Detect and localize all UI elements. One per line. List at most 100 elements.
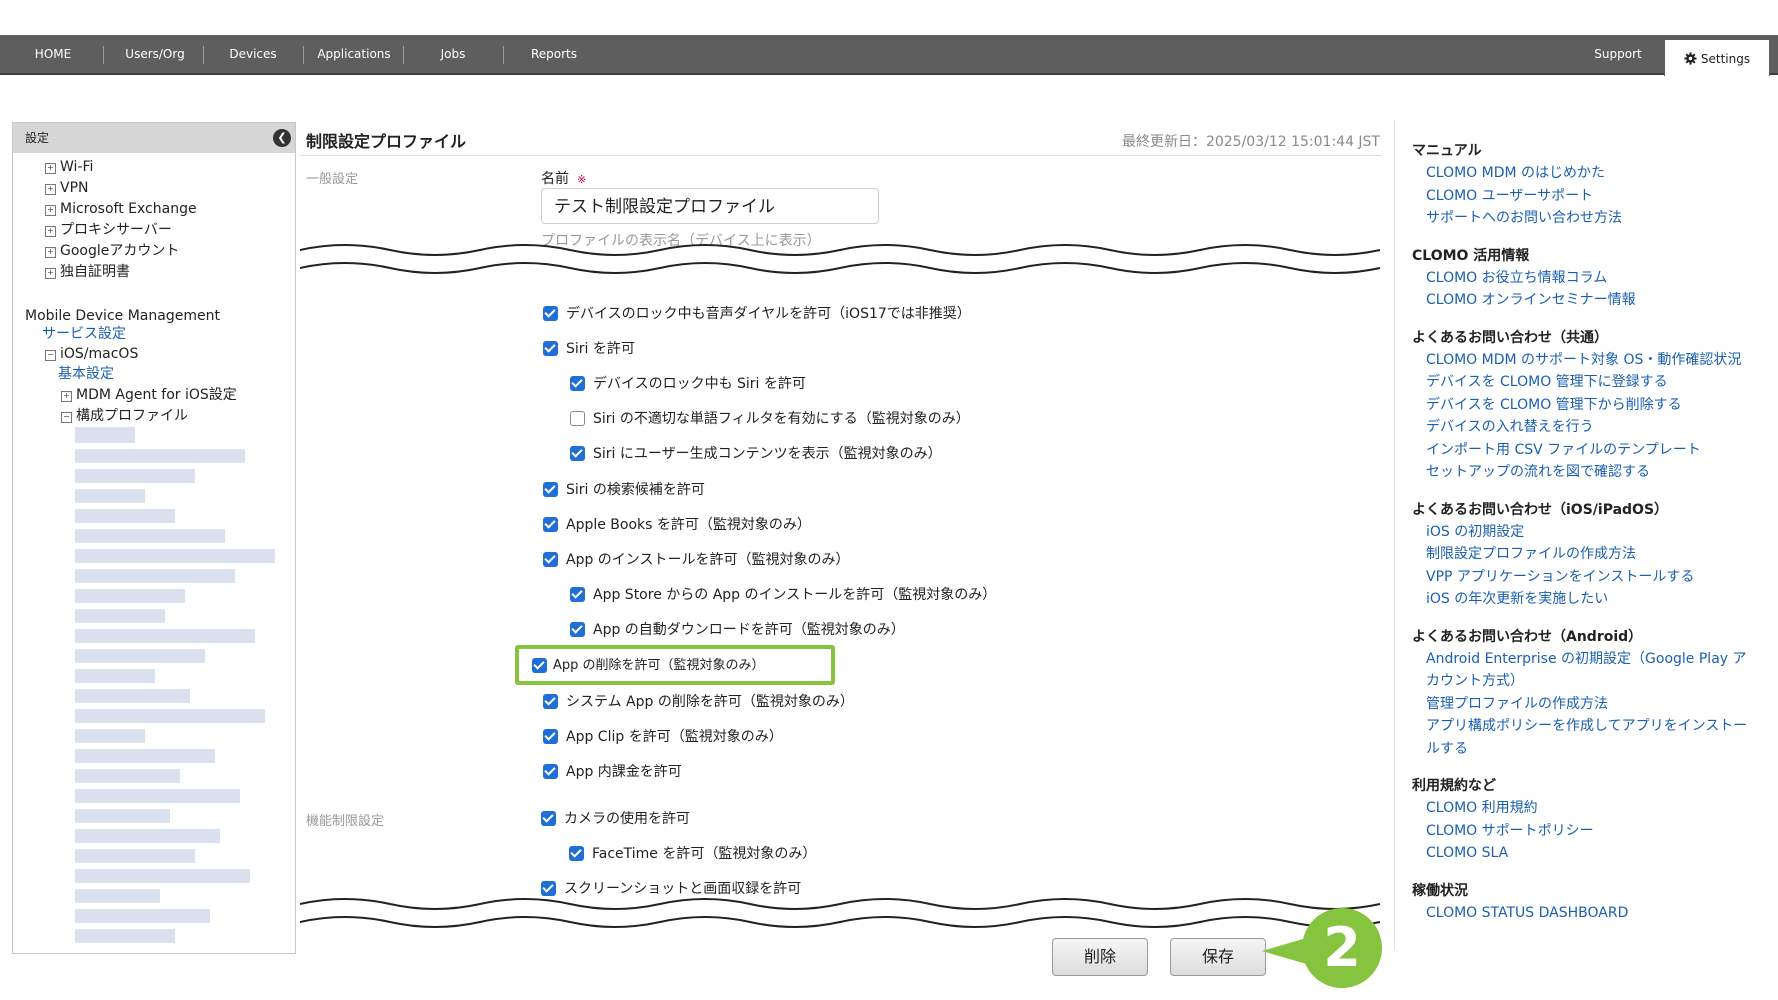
- required-mark: ※: [577, 173, 587, 186]
- checkbox[interactable]: [543, 517, 558, 532]
- expand-icon[interactable]: +: [45, 226, 56, 237]
- obscured-item: [75, 529, 225, 543]
- nav-settings-tab[interactable]: Settings: [1664, 39, 1770, 76]
- help-link[interactable]: セットアップの流れを図で確認する: [1426, 462, 1650, 482]
- nav-users-org[interactable]: Users/Org: [110, 35, 200, 73]
- checkbox[interactable]: [570, 587, 585, 602]
- help-link[interactable]: CLOMO SLA: [1426, 843, 1508, 863]
- help-section-heading: 利用規約など: [1412, 778, 1496, 794]
- nav-reports[interactable]: Reports: [510, 35, 598, 73]
- checkbox[interactable]: [543, 341, 558, 356]
- top-navigation-bar: HOME Users/Org Devices Applications Jobs…: [0, 35, 1778, 75]
- nav-home[interactable]: HOME: [14, 35, 92, 73]
- collapse-sidebar-icon[interactable]: ❮: [273, 129, 291, 147]
- sidebar-item-wifi[interactable]: + Wi-Fi: [45, 157, 93, 177]
- obscured-item: [75, 829, 220, 843]
- nav-separator: [203, 46, 204, 64]
- step-number-badge: 2: [1302, 908, 1382, 988]
- sidebar-item-basic-settings[interactable]: 基本設定: [58, 364, 114, 384]
- expand-icon[interactable]: +: [45, 247, 56, 258]
- help-link[interactable]: デバイスを CLOMO 管理下に登録する: [1426, 372, 1668, 392]
- expand-icon[interactable]: +: [45, 184, 56, 195]
- help-link[interactable]: サポートへのお問い合わせ方法: [1426, 208, 1622, 228]
- checkbox[interactable]: [570, 446, 585, 461]
- help-link[interactable]: CLOMO ユーザーサポート: [1426, 186, 1593, 206]
- obscured-item: [75, 449, 245, 463]
- obscured-item: [75, 769, 180, 783]
- nav-jobs[interactable]: Jobs: [410, 35, 496, 73]
- section-function-label: 機能制限設定: [306, 814, 385, 829]
- expand-icon[interactable]: +: [45, 163, 56, 174]
- help-link[interactable]: Android Enterprise の初期設定（Google Play ア: [1426, 649, 1747, 669]
- help-link[interactable]: 制限設定プロファイルの作成方法: [1426, 544, 1636, 564]
- obscured-item: [75, 669, 155, 683]
- help-link[interactable]: アプリ構成ポリシーを作成してアプリをインストー: [1426, 716, 1747, 736]
- help-link[interactable]: VPP アプリケーションをインストールする: [1426, 567, 1694, 587]
- help-section-heading: CLOMO 活用情報: [1412, 247, 1530, 264]
- expand-icon[interactable]: +: [45, 205, 56, 216]
- save-button[interactable]: 保存: [1170, 938, 1266, 976]
- obscured-item: [75, 709, 265, 723]
- nav-separator: [403, 46, 404, 64]
- checkbox[interactable]: [543, 552, 558, 567]
- checkbox[interactable]: [570, 411, 585, 426]
- help-link[interactable]: CLOMO お役立ち情報コラム: [1426, 268, 1607, 288]
- help-link[interactable]: 管理プロファイルの作成方法: [1426, 694, 1608, 714]
- obscured-item: [75, 869, 250, 883]
- sidebar-mdm-title: Mobile Device Management: [25, 308, 220, 324]
- help-link[interactable]: CLOMO MDM のはじめかた: [1426, 163, 1605, 183]
- checkbox[interactable]: [543, 694, 558, 709]
- help-section-heading: 稼働状況: [1412, 882, 1468, 899]
- help-link[interactable]: CLOMO STATUS DASHBOARD: [1426, 903, 1628, 923]
- obscured-item: [75, 469, 195, 483]
- checkbox[interactable]: [532, 658, 547, 673]
- page-cut-divider: [300, 898, 1386, 928]
- obscured-item: [75, 509, 175, 523]
- sidebar-item-proxy[interactable]: + プロキシサーバー: [45, 220, 172, 240]
- sidebar-item-service-settings[interactable]: サービス設定: [42, 324, 126, 344]
- checkbox[interactable]: [569, 846, 584, 861]
- title-divider: [300, 155, 1382, 156]
- checkbox[interactable]: [543, 729, 558, 744]
- checkbox[interactable]: [570, 376, 585, 391]
- help-link[interactable]: デバイスを CLOMO 管理下から削除する: [1426, 395, 1682, 415]
- sidebar-item-google-account[interactable]: + Googleアカウント: [45, 241, 179, 261]
- help-link[interactable]: インポート用 CSV ファイルのテンプレート: [1426, 440, 1701, 460]
- help-link[interactable]: CLOMO サポートポリシー: [1426, 821, 1594, 841]
- sidebar-item-vpn[interactable]: + VPN: [45, 178, 89, 198]
- help-panel-divider: [1394, 120, 1395, 950]
- nav-separator: [103, 46, 104, 64]
- help-link[interactable]: CLOMO オンラインセミナー情報: [1426, 290, 1636, 310]
- expand-icon[interactable]: +: [61, 391, 72, 402]
- sidebar-item-exchange[interactable]: + Microsoft Exchange: [45, 199, 197, 219]
- sidebar-item-ios-macos[interactable]: − iOS/macOS: [45, 344, 138, 364]
- checkbox[interactable]: [543, 306, 558, 321]
- help-link[interactable]: iOS の年次更新を実施したい: [1426, 589, 1608, 609]
- checkbox[interactable]: [541, 811, 556, 826]
- help-link[interactable]: デバイスの入れ替えを行う: [1426, 417, 1594, 437]
- help-link[interactable]: ルする: [1426, 739, 1468, 759]
- help-link[interactable]: CLOMO 利用規約: [1426, 798, 1538, 818]
- delete-button[interactable]: 削除: [1052, 938, 1148, 976]
- collapse-icon[interactable]: −: [61, 412, 72, 423]
- obscured-item: [75, 649, 205, 663]
- sidebar-item-config-profile[interactable]: − 構成プロファイル: [61, 406, 188, 426]
- checkbox[interactable]: [543, 482, 558, 497]
- checkbox[interactable]: [543, 764, 558, 779]
- sidebar-item-mdm-agent[interactable]: + MDM Agent for iOS設定: [61, 385, 237, 405]
- nav-applications[interactable]: Applications: [308, 35, 400, 73]
- expand-icon[interactable]: +: [45, 268, 56, 279]
- nav-separator: [303, 46, 304, 64]
- help-link[interactable]: カウント方式）: [1426, 671, 1524, 691]
- help-section-heading: よくあるお問い合わせ（共通）: [1412, 329, 1608, 346]
- section-general-label: 一般設定: [306, 172, 359, 187]
- checkbox[interactable]: [570, 622, 585, 637]
- help-section-heading: よくあるお問い合わせ（Android）: [1412, 628, 1643, 645]
- collapse-icon[interactable]: −: [45, 350, 56, 361]
- nav-support[interactable]: Support: [1578, 35, 1658, 73]
- nav-devices[interactable]: Devices: [210, 35, 296, 73]
- help-link[interactable]: iOS の初期設定: [1426, 522, 1524, 542]
- sidebar-item-certificate[interactable]: + 独自証明書: [45, 262, 130, 282]
- help-link[interactable]: CLOMO MDM のサポート対象 OS・動作確認状況: [1426, 350, 1741, 370]
- profile-name-input[interactable]: テスト制限設定プロファイル: [541, 188, 879, 224]
